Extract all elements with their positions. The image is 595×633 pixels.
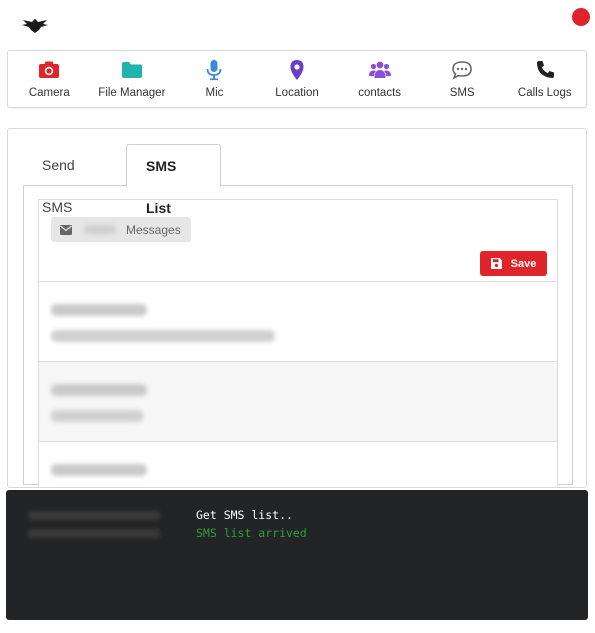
sms-sender-redacted [51,384,147,396]
envelope-icon [60,224,72,235]
sms-list-box: Messages Save [38,199,558,487]
tab-send-sms[interactable]: Send SMS [23,144,126,215]
toolbar: Camera File Manager Mic Location contact… [7,50,587,108]
phone-icon [536,61,554,78]
tab-sms-list[interactable]: SMS List [126,144,221,216]
sms-list-tab-content: Messages Save [23,185,573,487]
log-timestamp-redacted [28,529,160,538]
toolbar-file-manager-label: File Manager [98,87,166,99]
toolbar-calls-logs[interactable]: Calls Logs [503,51,586,107]
map-marker-icon [290,60,304,80]
toolbar-contacts[interactable]: contacts [338,51,421,107]
save-button-label: Save [510,257,537,270]
folder-icon [121,62,142,78]
sms-sender-redacted [51,304,147,316]
sms-list-item[interactable] [39,281,557,361]
toolbar-location[interactable]: Location [256,51,339,107]
messages-count-redacted [84,225,116,234]
sms-list-item[interactable] [39,361,557,441]
log-console: Get SMS list.. SMS list arrived [6,490,588,620]
eagle-logo-icon [22,19,48,33]
sms-panel: Send SMS SMS List Messages Save [7,128,587,488]
comment-dots-icon [452,61,472,80]
toolbar-contacts-label: contacts [358,87,402,99]
sms-body-redacted [51,410,143,422]
toolbar-location-label: Location [275,87,319,99]
log-line: Get SMS list.. [6,507,588,523]
toolbar-sms-label: SMS [449,87,475,99]
status-indicator [572,8,590,26]
sms-sender-redacted [51,464,147,476]
floppy-disk-icon [490,258,502,269]
toolbar-camera[interactable]: Camera [8,51,91,107]
sms-tabs: Send SMS SMS List [23,144,571,216]
camera-icon [39,61,60,78]
messages-label: Messages [126,222,181,237]
toolbar-sms[interactable]: SMS [421,51,504,107]
log-timestamp-redacted [28,511,160,520]
toolbar-calls-logs-label: Calls Logs [517,87,572,99]
log-line: SMS list arrived [6,525,588,541]
save-button[interactable]: Save [480,251,547,276]
messages-count-badge: Messages [51,217,191,242]
toolbar-mic[interactable]: Mic [173,51,256,107]
toolbar-camera-label: Camera [28,87,70,99]
users-icon [368,61,391,78]
sms-list-item[interactable] [39,441,557,487]
toolbar-file-manager[interactable]: File Manager [91,51,174,107]
log-message: Get SMS list.. [196,508,293,522]
microphone-icon [207,60,222,81]
toolbar-mic-label: Mic [205,87,224,99]
log-message: SMS list arrived [196,526,307,540]
sms-body-redacted [51,330,275,342]
